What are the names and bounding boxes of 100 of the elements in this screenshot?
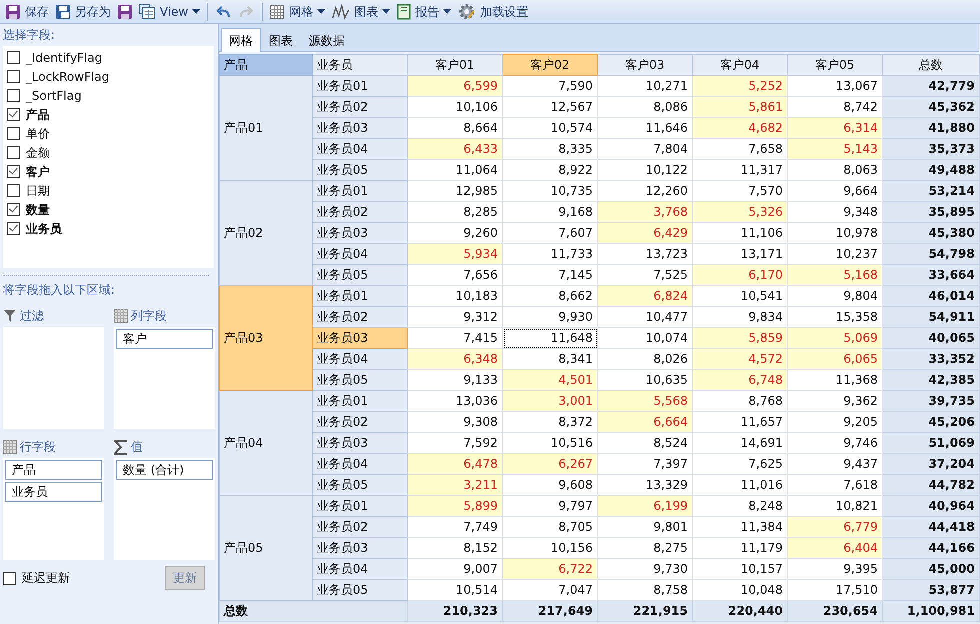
tab[interactable]: 图表 [261, 28, 301, 52]
tab[interactable]: 网格 [221, 28, 261, 52]
table-cell: 12,567 [502, 96, 598, 118]
row-header[interactable]: 业务员02 [312, 516, 408, 538]
table-cell: 17,510 [788, 580, 882, 600]
table-cell: 7,656 [408, 264, 502, 286]
table-cell: 13,723 [598, 244, 692, 264]
row-header[interactable]: 业务员05 [312, 370, 408, 390]
row-header[interactable]: 业务员04 [312, 244, 408, 264]
checkbox[interactable] [7, 89, 20, 102]
row-header[interactable]: 业务员01 [312, 286, 408, 306]
table-cell: 10,514 [408, 580, 502, 600]
toolbar-button[interactable]: 另存为 [52, 0, 114, 22]
row-header[interactable]: 业务员03 [312, 538, 408, 558]
field-chip[interactable]: 客户 [116, 329, 213, 349]
total-cell: 46,014 [882, 286, 980, 306]
field-chip[interactable]: 业务员 [5, 482, 102, 502]
table-cell: 9,834 [692, 306, 788, 328]
checkbox[interactable] [7, 184, 20, 197]
total-label: 总数 [220, 600, 408, 622]
column-header[interactable]: 客户01 [408, 54, 502, 76]
checkbox[interactable] [7, 51, 20, 64]
row-header[interactable]: 业务员01 [312, 390, 408, 412]
total-cell: 221,915 [598, 600, 692, 622]
table-cell: 7,804 [598, 138, 692, 160]
row-header[interactable]: 产品01 [220, 76, 312, 180]
row-header[interactable]: 业务员04 [312, 348, 408, 370]
toolbar-button[interactable]: 加载设置 [455, 0, 532, 22]
row-header[interactable]: 业务员05 [312, 160, 408, 180]
table-cell: 10,735 [502, 180, 598, 202]
checkbox[interactable] [7, 146, 20, 159]
section-title: 选择字段: [3, 27, 56, 43]
total-cell: 54,798 [882, 244, 980, 264]
caret-icon [192, 8, 202, 14]
table-cell: 7,525 [598, 264, 692, 286]
row-header[interactable]: 业务员02 [312, 412, 408, 432]
total-cell: 44,166 [882, 538, 980, 558]
row-header[interactable]: 业务员04 [312, 138, 408, 160]
field-header[interactable]: 产品 [220, 54, 312, 76]
checkbox[interactable] [7, 222, 20, 235]
row-header[interactable]: 产品03 [220, 286, 312, 390]
dropdown-button[interactable]: 报告 [394, 0, 456, 22]
toolbar-button[interactable]: 保存 [2, 0, 52, 22]
table-cell: 11,733 [502, 244, 598, 264]
row-header[interactable]: 业务员05 [312, 264, 408, 286]
row-header[interactable]: 业务员03 [312, 432, 408, 454]
table-cell: 9,608 [502, 474, 598, 496]
table-cell: 13,067 [788, 76, 882, 96]
column-header[interactable]: 客户03 [598, 54, 692, 76]
row-header[interactable]: 业务员03 [312, 222, 408, 244]
field-chip[interactable]: 产品 [5, 460, 102, 480]
column-header[interactable]: 客户05 [788, 54, 882, 76]
table-cell: 9,804 [788, 286, 882, 306]
row-header[interactable]: 业务员02 [312, 96, 408, 118]
checkbox[interactable] [7, 165, 20, 178]
table-cell: 9,395 [788, 558, 882, 580]
column-header[interactable]: 客户04 [692, 54, 788, 76]
table-cell: 11,317 [692, 160, 788, 180]
table-cell: 8,758 [598, 580, 692, 600]
row-header[interactable]: 业务员01 [312, 76, 408, 96]
table-cell: 9,746 [788, 432, 882, 454]
table-cell: 11,179 [692, 538, 788, 558]
zone-title: 过滤 [20, 308, 44, 324]
checkbox[interactable] [7, 203, 20, 216]
row-header[interactable]: 业务员05 [312, 580, 408, 600]
row-header[interactable]: 业务员02 [312, 306, 408, 328]
field-label: 产品 [26, 106, 50, 122]
row-header[interactable]: 业务员03 [312, 328, 408, 348]
row-header[interactable]: 业务员01 [312, 180, 408, 202]
dropdown-button[interactable]: View [136, 0, 204, 22]
dropdown-button[interactable]: 网格 [266, 0, 330, 22]
field-chip[interactable]: 数量 (合计) [116, 460, 213, 480]
row-header[interactable]: 业务员04 [312, 454, 408, 474]
column-header[interactable]: 总数 [882, 54, 980, 76]
table-cell: 5,899 [408, 496, 502, 516]
checkbox[interactable] [3, 572, 16, 584]
row-header[interactable]: 产品05 [220, 496, 312, 600]
row-header[interactable]: 业务员02 [312, 202, 408, 222]
caret-icon [317, 8, 326, 14]
table-cell: 12,260 [598, 180, 692, 202]
column-header[interactable]: 客户02 [502, 54, 598, 76]
table-cell: 9,260 [408, 222, 502, 244]
checkbox[interactable] [7, 70, 20, 83]
tab[interactable]: 源数据 [301, 28, 353, 52]
field-header[interactable]: 业务员 [312, 54, 408, 76]
row-header[interactable]: 业务员04 [312, 558, 408, 580]
table-cell: 9,312 [408, 306, 502, 328]
dropdown-button[interactable]: 图表 [329, 0, 394, 22]
table-cell: 9,801 [598, 516, 692, 538]
table-cell: 4,682 [692, 118, 788, 138]
checkbox[interactable] [7, 108, 20, 121]
checkbox[interactable] [7, 127, 20, 140]
total-cell: 53,214 [882, 180, 980, 202]
table-cell: 9,797 [502, 496, 598, 516]
row-header[interactable]: 产品02 [220, 180, 312, 286]
row-header[interactable]: 业务员05 [312, 474, 408, 496]
row-header[interactable]: 业务员03 [312, 118, 408, 138]
row-header[interactable]: 业务员01 [312, 496, 408, 516]
row-header[interactable]: 产品04 [220, 390, 312, 496]
grid-icon [269, 4, 286, 20]
